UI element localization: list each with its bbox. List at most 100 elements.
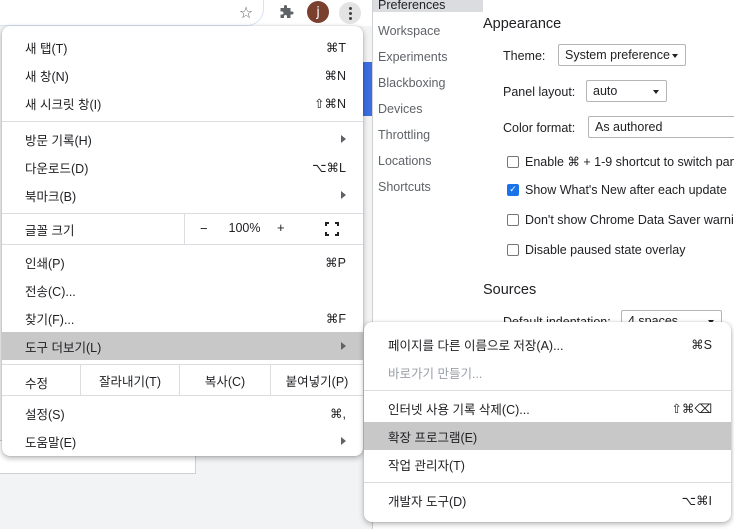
extensions-puzzle-icon[interactable] (275, 2, 297, 24)
zoom-label: 글꼴 크기 (25, 223, 75, 238)
menu-item-new-window[interactable]: 새 창(N) ⌘N (2, 61, 363, 89)
kebab-menu-icon (348, 11, 352, 15)
menu-item-new-tab[interactable]: 새 탭(T) ⌘T (2, 33, 363, 61)
settings-nav-locations[interactable]: Locations (378, 154, 432, 168)
menu-item-find[interactable]: 찾기(F)... ⌘F (2, 304, 363, 332)
menu-item-shortcut: ⌘N (324, 68, 346, 83)
submenu-arrow-icon (341, 437, 346, 445)
menu-zoom-row: 글꼴 크기 − 100% + (2, 214, 363, 244)
menu-item-label: 확장 프로그램(E) (388, 430, 478, 445)
settings-nav-workspace[interactable]: Workspace (378, 24, 440, 38)
settings-nav-devices[interactable]: Devices (378, 102, 422, 116)
zoom-level: 100% (228, 221, 261, 235)
menu-item-label: 전송(C)... (25, 284, 76, 299)
menu-item-shortcut: ⇧⌘⌫ (671, 401, 712, 416)
menu-item-shortcut: ⌘P (325, 255, 346, 270)
chevron-down-icon (672, 54, 678, 58)
edit-label: 수정 (25, 377, 49, 391)
cut-button-label: 잘라내기(T) (99, 374, 161, 389)
paste-button[interactable]: 붙여넣기(P) (270, 365, 363, 395)
checkbox-row-whats-new[interactable]: ✓ Show What's New after each update (507, 183, 727, 197)
submenu-arrow-icon (341, 191, 346, 199)
color-format-label: Color format: (503, 121, 576, 135)
zoom-in-button[interactable]: + (277, 220, 285, 235)
menu-item-downloads[interactable]: 다운로드(D) ⌥⌘L (2, 153, 363, 181)
cut-button[interactable]: 잘라내기(T) (80, 365, 179, 395)
submenu-item-save-page[interactable]: 페이지를 다른 이름으로 저장(A)... ⌘S (364, 330, 731, 358)
color-format-select[interactable]: As authored (588, 116, 734, 138)
menu-item-more-tools[interactable]: 도구 더보기(L) (2, 332, 363, 360)
menu-separator (364, 482, 731, 483)
menu-item-label: 인터넷 사용 기록 삭제(C)... (388, 402, 530, 417)
color-format-select-value: As authored (595, 120, 663, 134)
settings-nav-preferences[interactable]: Preferences (373, 0, 483, 12)
bookmark-star-icon[interactable]: ☆ (235, 2, 257, 24)
panel-layout-select[interactable]: auto (586, 80, 667, 102)
zoom-controls: − 100% + (184, 214, 363, 244)
paused-overlay-checkbox[interactable] (507, 244, 519, 256)
menu-item-label: 새 시크릿 창(I) (25, 97, 102, 112)
theme-select[interactable]: System preference (558, 44, 686, 66)
menu-item-label: 인쇄(P) (25, 256, 65, 271)
submenu-arrow-icon (341, 342, 346, 350)
menu-item-help[interactable]: 도움말(E) (2, 427, 363, 455)
menu-item-history[interactable]: 방문 기록(H) (2, 125, 363, 153)
menu-item-shortcut: ⌥⌘I (681, 493, 712, 508)
profile-avatar[interactable]: j (307, 1, 329, 23)
menu-item-shortcut: ⌘, (330, 406, 346, 421)
more-tools-submenu: 페이지를 다른 이름으로 저장(A)... ⌘S 바로가기 만들기... 인터넷… (364, 322, 731, 522)
submenu-item-developer-tools[interactable]: 개발자 도구(D) ⌥⌘I (364, 486, 731, 514)
menu-item-shortcut: ⌘F (325, 311, 346, 326)
submenu-item-extensions[interactable]: 확장 프로그램(E) (364, 422, 731, 450)
menu-separator (2, 121, 363, 122)
menu-item-bookmarks[interactable]: 북마크(B) (2, 181, 363, 209)
whats-new-checkbox[interactable]: ✓ (507, 184, 519, 196)
menu-separator (2, 395, 363, 396)
omnibox[interactable] (0, 0, 264, 26)
zoom-out-button[interactable]: − (200, 221, 208, 236)
checkbox-row-switch-panels[interactable]: Enable ⌘ + 1-9 shortcut to switch panels (507, 154, 734, 169)
menu-item-label: 도구 더보기(L) (25, 340, 102, 355)
menu-item-label: 설정(S) (25, 407, 65, 422)
theme-label: Theme: (503, 49, 546, 63)
panel-layout-select-value: auto (593, 84, 618, 98)
submenu-item-create-shortcut: 바로가기 만들기... (364, 358, 731, 386)
submenu-item-task-manager[interactable]: 작업 관리자(T) (364, 450, 731, 478)
checkbox-row-data-saver[interactable]: Don't show Chrome Data Saver warning (507, 213, 734, 227)
checkbox-label: Enable ⌘ + 1-9 shortcut to switch panels (525, 155, 734, 169)
data-saver-checkbox[interactable] (507, 214, 519, 226)
copy-button[interactable]: 복사(C) (179, 365, 270, 395)
menu-separator (2, 244, 363, 245)
switch-panels-checkbox[interactable] (507, 155, 519, 168)
settings-nav-blackboxing[interactable]: Blackboxing (378, 76, 445, 90)
settings-nav-shortcuts[interactable]: Shortcuts (378, 180, 431, 194)
copy-button-label: 복사(C) (204, 374, 246, 389)
checkbox-label: Don't show Chrome Data Saver warning (525, 213, 734, 227)
menu-item-label: 방문 기록(H) (25, 133, 92, 148)
menu-item-print[interactable]: 인쇄(P) ⌘P (2, 248, 363, 276)
puzzle-icon (280, 5, 294, 18)
menu-item-shortcut: ⌘T (325, 40, 346, 55)
settings-nav-throttling[interactable]: Throttling (378, 128, 430, 142)
browser-toolbar: ☆ j (0, 0, 372, 26)
menu-item-label: 북마크(B) (25, 189, 77, 204)
chevron-down-icon (653, 90, 659, 94)
menu-item-cast[interactable]: 전송(C)... (2, 276, 363, 304)
menu-item-new-incognito-window[interactable]: 새 시크릿 창(I) ⇧⌘N (2, 89, 363, 117)
menu-separator (364, 390, 731, 391)
chrome-menu-button[interactable] (339, 2, 361, 24)
menu-item-label: 새 탭(T) (25, 41, 68, 56)
paste-button-label: 붙여넣기(P) (285, 374, 349, 389)
checkbox-row-paused-overlay[interactable]: Disable paused state overlay (507, 243, 686, 257)
settings-nav-experiments[interactable]: Experiments (378, 50, 447, 64)
submenu-item-clear-browsing-data[interactable]: 인터넷 사용 기록 삭제(C)... ⇧⌘⌫ (364, 394, 731, 422)
menu-item-shortcut: ⌥⌘L (312, 160, 346, 175)
menu-item-shortcut: ⌘S (691, 337, 712, 352)
menu-item-label: 새 창(N) (25, 69, 69, 84)
menu-item-label: 페이지를 다른 이름으로 저장(A)... (388, 338, 564, 353)
menu-item-label: 찾기(F)... (25, 312, 75, 327)
menu-item-shortcut: ⇧⌘N (313, 96, 346, 111)
checkbox-label: Disable paused state overlay (525, 243, 686, 257)
menu-item-settings[interactable]: 설정(S) ⌘, (2, 399, 363, 427)
fullscreen-icon[interactable] (325, 222, 339, 236)
